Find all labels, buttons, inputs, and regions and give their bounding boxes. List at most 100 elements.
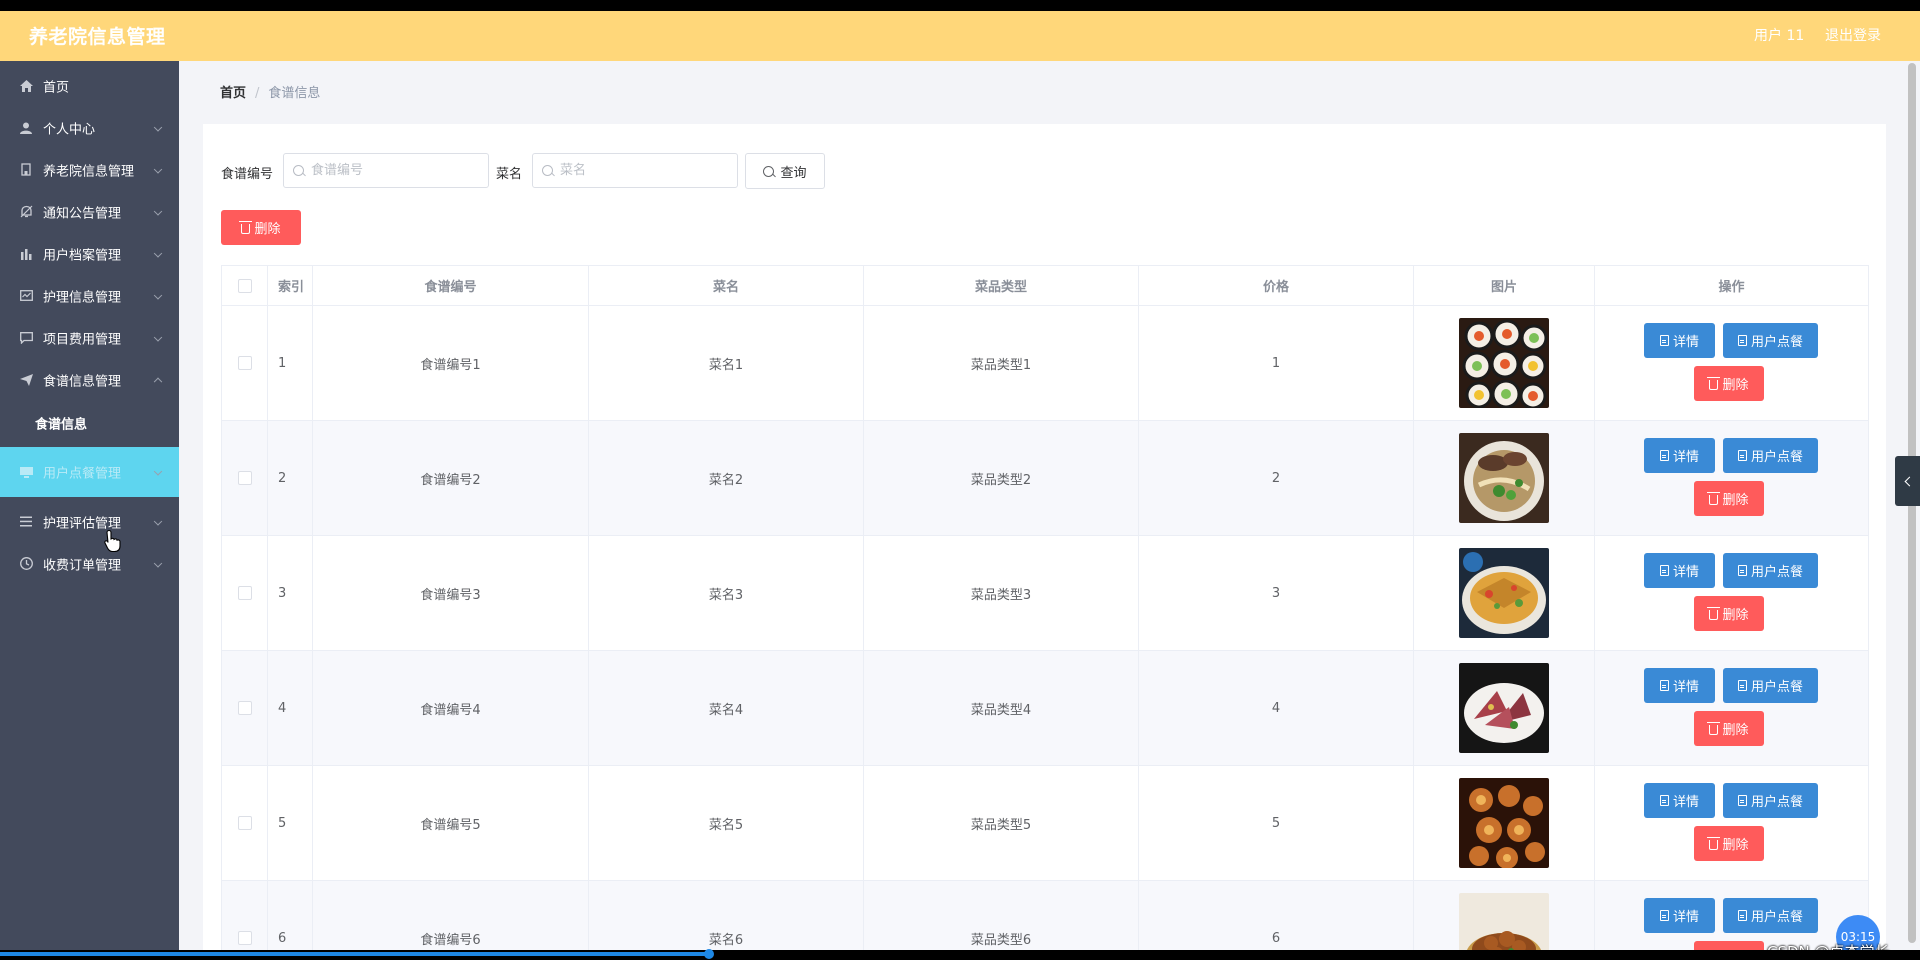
cell-image <box>1414 536 1595 650</box>
sidebar-item-fee-orders[interactable]: 收费订单管理 <box>0 539 179 588</box>
table-row: 4 食谱编号4 菜名4 菜品类型4 4 详情 用户点餐 删除 <box>222 651 1868 766</box>
video-progress-handle[interactable] <box>704 949 714 959</box>
sidebar-subitem-label: 食谱信息 <box>35 417 88 433</box>
trash-icon <box>1707 376 1721 390</box>
cell-index: 6 <box>268 881 313 950</box>
detail-button[interactable]: 详情 <box>1644 898 1715 933</box>
order-button[interactable]: 用户点餐 <box>1723 438 1818 473</box>
sidebar-item-recipe[interactable]: 食谱信息管理 <box>0 355 179 404</box>
cell-price: 3 <box>1139 536 1414 650</box>
detail-button[interactable]: 详情 <box>1644 783 1715 818</box>
sidebar-item-user-orders[interactable]: 用户点餐管理 <box>0 447 179 497</box>
order-button[interactable]: 用户点餐 <box>1723 323 1818 358</box>
dish-input[interactable] <box>560 154 732 187</box>
detail-button[interactable]: 详情 <box>1644 438 1715 473</box>
row-checkbox[interactable] <box>237 931 252 945</box>
header-type: 菜品类型 <box>864 266 1139 305</box>
delete-button[interactable]: 删除 <box>1694 481 1764 516</box>
order-button-label: 用户点餐 <box>1750 565 1803 580</box>
delete-button-label: 删除 <box>1722 378 1749 393</box>
cell-dish: 菜名3 <box>589 536 864 650</box>
detail-button[interactable]: 详情 <box>1644 323 1715 358</box>
query-button[interactable]: 查询 <box>745 153 825 189</box>
cell-actions: 详情 用户点餐删除 <box>1595 766 1868 880</box>
document-icon <box>1659 335 1669 346</box>
order-button[interactable]: 用户点餐 <box>1723 668 1818 703</box>
order-button-label: 用户点餐 <box>1750 910 1803 925</box>
table-row: 1 食谱编号1 菜名1 菜品类型1 1 详情 用户点餐 删除 <box>222 306 1868 421</box>
order-button-label: 用户点餐 <box>1750 335 1803 350</box>
recipe-no-label: 食谱编号 <box>221 167 274 182</box>
detail-button-label: 详情 <box>1672 910 1699 925</box>
order-button[interactable]: 用户点餐 <box>1723 783 1818 818</box>
logout-link[interactable]: 退出登录 <box>1825 25 1881 45</box>
table-row: 2 食谱编号2 菜名2 菜品类型2 2 详情 用户点餐 删除 <box>222 421 1868 536</box>
collapse-toggle-button[interactable] <box>1895 456 1920 506</box>
detail-button-label: 详情 <box>1672 335 1699 350</box>
cell-price: 2 <box>1139 421 1414 535</box>
delete-button-label: 删除 <box>1722 723 1749 738</box>
sidebar-item-label: 个人中心 <box>43 122 96 137</box>
cell-recipe-no: 食谱编号4 <box>313 651 589 765</box>
table-row: 6食谱编号6菜名6菜品类型66详情用户点餐删除 <box>222 881 1868 950</box>
trash-icon <box>239 220 253 234</box>
row-checkbox[interactable] <box>237 586 252 600</box>
detail-button-label: 详情 <box>1672 450 1699 465</box>
cell-index: 1 <box>268 306 313 420</box>
chevron-down-icon <box>153 290 163 300</box>
delete-button-label: 删除 <box>1722 608 1749 623</box>
row-checkbox[interactable] <box>237 471 252 485</box>
batch-delete-button[interactable]: 删除 <box>221 210 301 245</box>
recipe-no-input[interactable] <box>311 154 483 187</box>
cell-index: 2 <box>268 421 313 535</box>
cell-image <box>1414 766 1595 880</box>
sidebar-subitem-recipe-info[interactable]: 食谱信息 <box>0 402 179 444</box>
cell-image <box>1414 421 1595 535</box>
list-icon <box>19 515 33 529</box>
cell-actions: 详情 用户点餐删除 <box>1595 421 1868 535</box>
document-icon <box>1737 795 1747 806</box>
sidebar-menu: 首页 个人中心 养老院信息管理 通知公告管理 用户档案管理 护理信息管理 项目费… <box>0 61 179 950</box>
header-index: 索引 <box>268 266 313 305</box>
document-icon <box>1659 450 1669 461</box>
detail-button-label: 详情 <box>1672 680 1699 695</box>
chevron-left-icon <box>1904 476 1914 486</box>
breadcrumb-home[interactable]: 首页 <box>220 86 246 101</box>
delete-button[interactable]: 删除 <box>1694 826 1764 861</box>
detail-button-label: 详情 <box>1672 795 1699 810</box>
cell-type: 菜品类型1 <box>864 306 1139 420</box>
delete-button[interactable]: 删除 <box>1694 941 1764 950</box>
detail-button[interactable]: 详情 <box>1644 553 1715 588</box>
delete-button[interactable]: 删除 <box>1694 711 1764 746</box>
row-checkbox[interactable] <box>237 701 252 715</box>
row-checkbox[interactable] <box>237 816 252 830</box>
video-progress-bar[interactable] <box>0 952 710 956</box>
hand-cursor-icon <box>104 529 121 553</box>
trash-icon <box>1707 836 1721 850</box>
chevron-down-icon <box>153 558 163 568</box>
food-image <box>1459 893 1549 950</box>
table-row: 3 食谱编号3 菜名3 菜品类型3 3 详情 用户点餐 删除 <box>222 536 1868 651</box>
cell-recipe-no: 食谱编号1 <box>313 306 589 420</box>
cell-actions: 详情 用户点餐删除 <box>1595 536 1868 650</box>
chevron-down-icon <box>153 516 163 526</box>
cell-price: 5 <box>1139 766 1414 880</box>
delete-button[interactable]: 删除 <box>1694 596 1764 631</box>
delete-button-label: 删除 <box>1722 493 1749 508</box>
food-image <box>1459 433 1549 523</box>
table-row: 5 食谱编号5 菜名5 菜品类型5 5 详情 用户点餐 删除 <box>222 766 1868 881</box>
current-user: 用户 11 <box>1754 28 1805 44</box>
delete-button[interactable]: 删除 <box>1694 366 1764 401</box>
row-checkbox[interactable] <box>237 356 252 370</box>
chevron-down-icon <box>153 248 163 258</box>
cell-actions: 详情 用户点餐删除 <box>1595 881 1868 950</box>
chevron-down-icon <box>153 332 163 342</box>
order-button[interactable]: 用户点餐 <box>1723 898 1818 933</box>
select-all-checkbox[interactable] <box>237 278 252 293</box>
order-button[interactable]: 用户点餐 <box>1723 553 1818 588</box>
app-frame: 养老院信息管理 用户 11 退出登录 首页 个人中心 养老院信息管理 通知公告管… <box>0 11 1920 950</box>
trash-icon <box>1707 491 1721 505</box>
home-icon <box>19 79 33 93</box>
sidebar-item-label: 食谱信息管理 <box>43 374 122 389</box>
detail-button[interactable]: 详情 <box>1644 668 1715 703</box>
